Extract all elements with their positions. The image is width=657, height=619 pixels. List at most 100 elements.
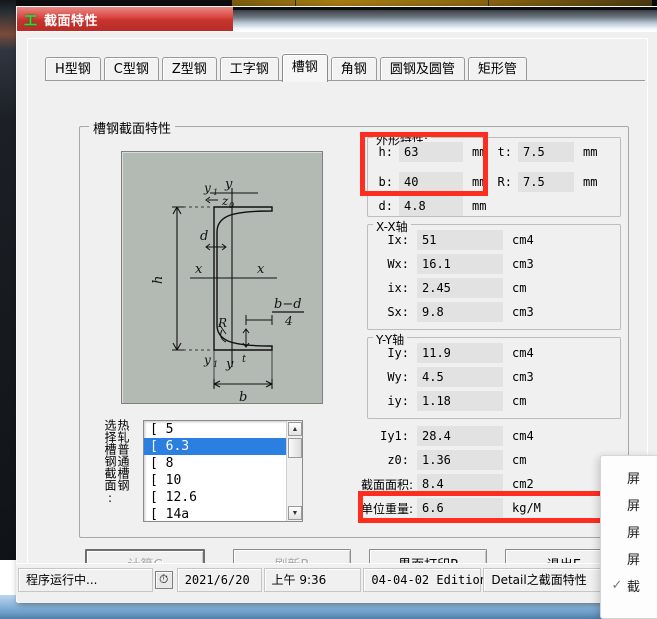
field-row-section-area: 截面面积: 8.4 cm2 — [361, 474, 534, 494]
field-unit-Iy: cm4 — [512, 346, 534, 360]
client-area: H型钢 C型钢 Z型钢 工字钢 槽钢 角钢 圆钢及圆管 矩形管 槽钢截面特性 y… — [17, 31, 657, 603]
context-menu-item-3-label: 屏 — [627, 526, 641, 541]
field-label-unit-weight: 单位重量: — [361, 501, 414, 516]
field-value-Iy1[interactable]: 28.4 — [417, 426, 503, 446]
tab-i-beam[interactable]: 工字钢 — [219, 57, 279, 81]
list-item[interactable]: [ 10 — [144, 472, 302, 489]
field-value-t[interactable]: 7.5 — [518, 142, 574, 162]
field-label-iy: iy: — [387, 394, 409, 408]
tab-round-steel-pipe[interactable]: 圆钢及圆管 — [379, 57, 465, 81]
tab-c-steel[interactable]: C型钢 — [103, 57, 159, 81]
field-row-Wy: Wy: 4.5 cm3 — [373, 367, 534, 387]
cross-section-diagram: y y 1 z 0 d h x x R b−d 4 t y 1 y b — [121, 151, 323, 405]
field-row-unit-weight: 单位重量: 6.6 kg/M — [361, 498, 541, 518]
tab-angle-steel[interactable]: 角钢 — [330, 57, 377, 81]
field-value-Iy[interactable]: 11.9 — [417, 343, 503, 363]
field-value-z0[interactable]: 1.36 — [417, 450, 503, 470]
diagram-label-y1-bottom-sub: 1 — [213, 360, 218, 369]
field-label-ix: ix: — [387, 281, 409, 295]
field-label-Wy: Wy: — [387, 370, 409, 384]
field-row-t: t: 7.5 mm — [494, 142, 597, 162]
title-bar: 工 截面特性 — [17, 7, 657, 31]
channel-properties-group-title: 槽钢截面特性 — [89, 118, 176, 137]
selector-label-choose: 选择槽钢截面: — [103, 419, 117, 505]
tab-z-steel[interactable]: Z型钢 — [161, 57, 217, 81]
field-value-iy[interactable]: 1.18 — [417, 391, 503, 411]
field-unit-ix: cm — [512, 281, 527, 295]
field-unit-d: mm — [472, 199, 487, 213]
section-size-listbox[interactable]: [ 5 [ 6.3 [ 8 [ 10 [ 12.6 [ 14a ▲ ▼ — [143, 420, 303, 522]
field-row-Iy: Iy: 11.9 cm4 — [373, 343, 534, 363]
field-value-Wy[interactable]: 4.5 — [417, 367, 503, 387]
field-unit-Iy1: cm4 — [512, 429, 534, 443]
field-value-R[interactable]: 7.5 — [518, 172, 574, 192]
section-selector-labels: 热轧普通槽钢 选择槽钢截面: — [103, 419, 141, 519]
tab-h-steel[interactable]: H型钢 — [45, 57, 101, 81]
list-item[interactable]: [ 8 — [144, 455, 302, 472]
field-label-z0: z0: — [387, 453, 409, 467]
context-menu-item-5-checked[interactable]: ✓ 截 — [601, 572, 657, 599]
list-item[interactable]: [ 14a — [144, 506, 302, 521]
field-value-b[interactable]: 40 — [399, 172, 463, 192]
status-date: 2021/6/20 — [176, 567, 262, 592]
field-unit-unit-weight: kg/M — [512, 501, 541, 515]
field-unit-Wy: cm3 — [512, 370, 534, 384]
field-value-Sx[interactable]: 9.8 — [417, 302, 503, 322]
diagram-label-y1-bottom: y — [203, 353, 211, 367]
context-menu-item-3[interactable]: 屏 — [601, 518, 657, 545]
context-menu-item-4[interactable]: 屏 — [601, 545, 657, 572]
application-window: 工 截面特性 H型钢 C型钢 Z型钢 工字钢 槽钢 角钢 圆钢及圆管 矩形管 槽… — [16, 6, 657, 603]
field-value-d[interactable]: 4.8 — [399, 196, 463, 216]
app-icon: 工 — [23, 13, 37, 29]
diagram-label-x-left: x — [195, 262, 203, 277]
field-row-h: h: 63 mm — [369, 142, 486, 162]
field-value-unit-weight[interactable]: 6.6 — [417, 498, 503, 518]
field-row-ix: ix: 2.45 cm — [373, 278, 526, 298]
listbox-scrollbar[interactable]: ▲ ▼ — [286, 421, 302, 521]
diagram-label-z0-sub: 0 — [229, 201, 234, 210]
field-label-section-area: 截面面积: — [361, 477, 414, 492]
field-row-z0: z0: 1.36 cm — [367, 450, 526, 470]
context-menu-item-1-label: 屏 — [627, 472, 641, 487]
field-unit-z0: cm — [512, 453, 527, 467]
field-unit-Wx: cm3 — [512, 257, 534, 271]
field-value-Ix[interactable]: 51 — [417, 230, 503, 250]
scroll-down-icon[interactable]: ▼ — [288, 506, 302, 520]
occluding-browser-window — [233, 7, 657, 31]
field-unit-Sx: cm3 — [512, 305, 534, 319]
list-item[interactable]: [ 12.6 — [144, 489, 302, 506]
field-row-d: d: 4.8 mm — [369, 196, 486, 216]
diagram-label-y1-top-sub: 1 — [213, 188, 218, 197]
status-edition: 04-04-02 Edition — [363, 567, 487, 592]
context-menu-item-1[interactable]: 屏 — [601, 464, 657, 491]
field-value-section-area[interactable]: 8.4 — [417, 474, 503, 494]
tab-strip: H型钢 C型钢 Z型钢 工字钢 槽钢 角钢 圆钢及圆管 矩形管 — [45, 54, 645, 82]
context-menu-item-2-label: 屏 — [627, 499, 641, 514]
diagram-label-z0: z — [221, 194, 229, 208]
selector-label-hot-rolled: 热轧普通槽钢 — [116, 419, 130, 491]
context-menu-item-5-label: 截 — [627, 580, 641, 595]
field-unit-b: mm — [472, 175, 487, 189]
diagram-label-h: h — [151, 276, 166, 284]
tab-strip-underline — [45, 80, 645, 81]
diagram-label-four: 4 — [284, 314, 293, 328]
desktop-left-strip — [0, 0, 16, 560]
context-menu[interactable]: 屏 屏 屏 屏 ✓ 截 — [600, 455, 657, 619]
context-menu-item-2[interactable]: 屏 — [601, 491, 657, 518]
window-title: 截面特性 — [44, 13, 99, 29]
field-value-ix[interactable]: 2.45 — [417, 278, 503, 298]
diagram-label-b-minus-d: b−d — [274, 297, 302, 312]
diagram-label-y-top: y — [224, 177, 233, 192]
field-value-Wx[interactable]: 16.1 — [417, 254, 503, 274]
clock-icon: ⏱ — [154, 570, 173, 589]
scrollbar-thumb[interactable] — [288, 438, 302, 458]
list-item-selected[interactable]: [ 6.3 — [144, 438, 302, 455]
scroll-up-icon[interactable]: ▲ — [288, 422, 302, 436]
list-item[interactable]: [ 5 — [144, 421, 302, 438]
tab-rectangular-pipe[interactable]: 矩形管 — [467, 57, 527, 81]
field-value-h[interactable]: 63 — [399, 142, 463, 162]
diagram-label-d: d — [200, 229, 208, 244]
status-bar: 程序运行中... ⏱ 2021/6/20 上午 9:36 04-04-02 Ed… — [16, 563, 657, 595]
tab-channel-steel[interactable]: 槽钢 — [281, 54, 328, 82]
field-row-Ix: Ix: 51 cm4 — [373, 230, 534, 250]
